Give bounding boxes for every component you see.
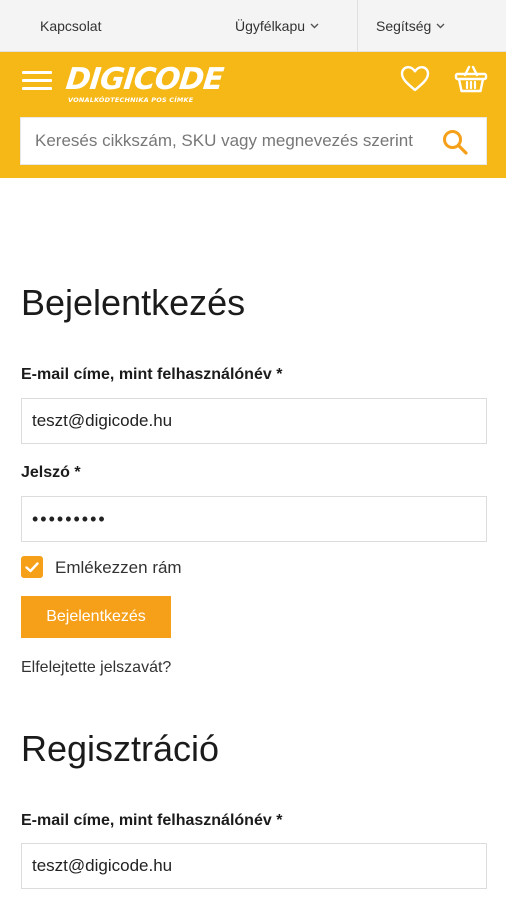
menu-icon[interactable] xyxy=(22,70,52,92)
remember-me-checkbox[interactable] xyxy=(21,556,43,578)
search-bar xyxy=(20,117,487,165)
site-header: DIGICODE VONALKÓDTECHNIKA POS CÍMKE xyxy=(0,52,506,178)
contact-link[interactable]: Kapcsolat xyxy=(40,0,101,52)
register-title: Regisztráció xyxy=(21,728,220,769)
search-icon[interactable] xyxy=(441,128,469,156)
chevron-down-icon xyxy=(310,23,319,29)
checkmark-icon xyxy=(25,562,39,573)
help-label: Segítség xyxy=(376,18,432,34)
email-field[interactable] xyxy=(21,398,487,444)
password-field[interactable] xyxy=(21,496,487,542)
login-button[interactable]: Bejelentkezés xyxy=(21,596,171,638)
customer-portal-label: Ügyfélkapu xyxy=(235,18,306,34)
logo-text: DIGICODE xyxy=(64,62,225,97)
topbar-divider xyxy=(357,0,358,52)
help-dropdown[interactable]: Segítség xyxy=(376,0,445,52)
search-input[interactable] xyxy=(21,118,431,164)
remember-me-label: Emlékezzen rám xyxy=(55,558,182,577)
forgot-password-link[interactable]: Elfelejtette jelszavát? xyxy=(21,659,171,677)
top-bar: Kapcsolat Ügyfélkapu Segítség xyxy=(0,0,506,52)
customer-portal-dropdown[interactable]: Ügyfélkapu xyxy=(235,0,319,52)
email-label: E-mail címe, mint felhasználónév * xyxy=(21,366,283,383)
login-title: Bejelentkezés xyxy=(21,282,246,323)
register-email-field[interactable] xyxy=(21,843,487,889)
logo-tagline: VONALKÓDTECHNIKA POS CÍMKE xyxy=(68,96,194,104)
register-email-label: E-mail címe, mint felhasználónév * xyxy=(21,812,283,829)
password-label: Jelszó * xyxy=(21,464,81,481)
basket-icon[interactable] xyxy=(454,64,488,94)
heart-icon[interactable] xyxy=(400,65,430,93)
logo[interactable]: DIGICODE VONALKÓDTECHNIKA POS CÍMKE xyxy=(64,60,224,106)
chevron-down-icon xyxy=(436,23,445,29)
